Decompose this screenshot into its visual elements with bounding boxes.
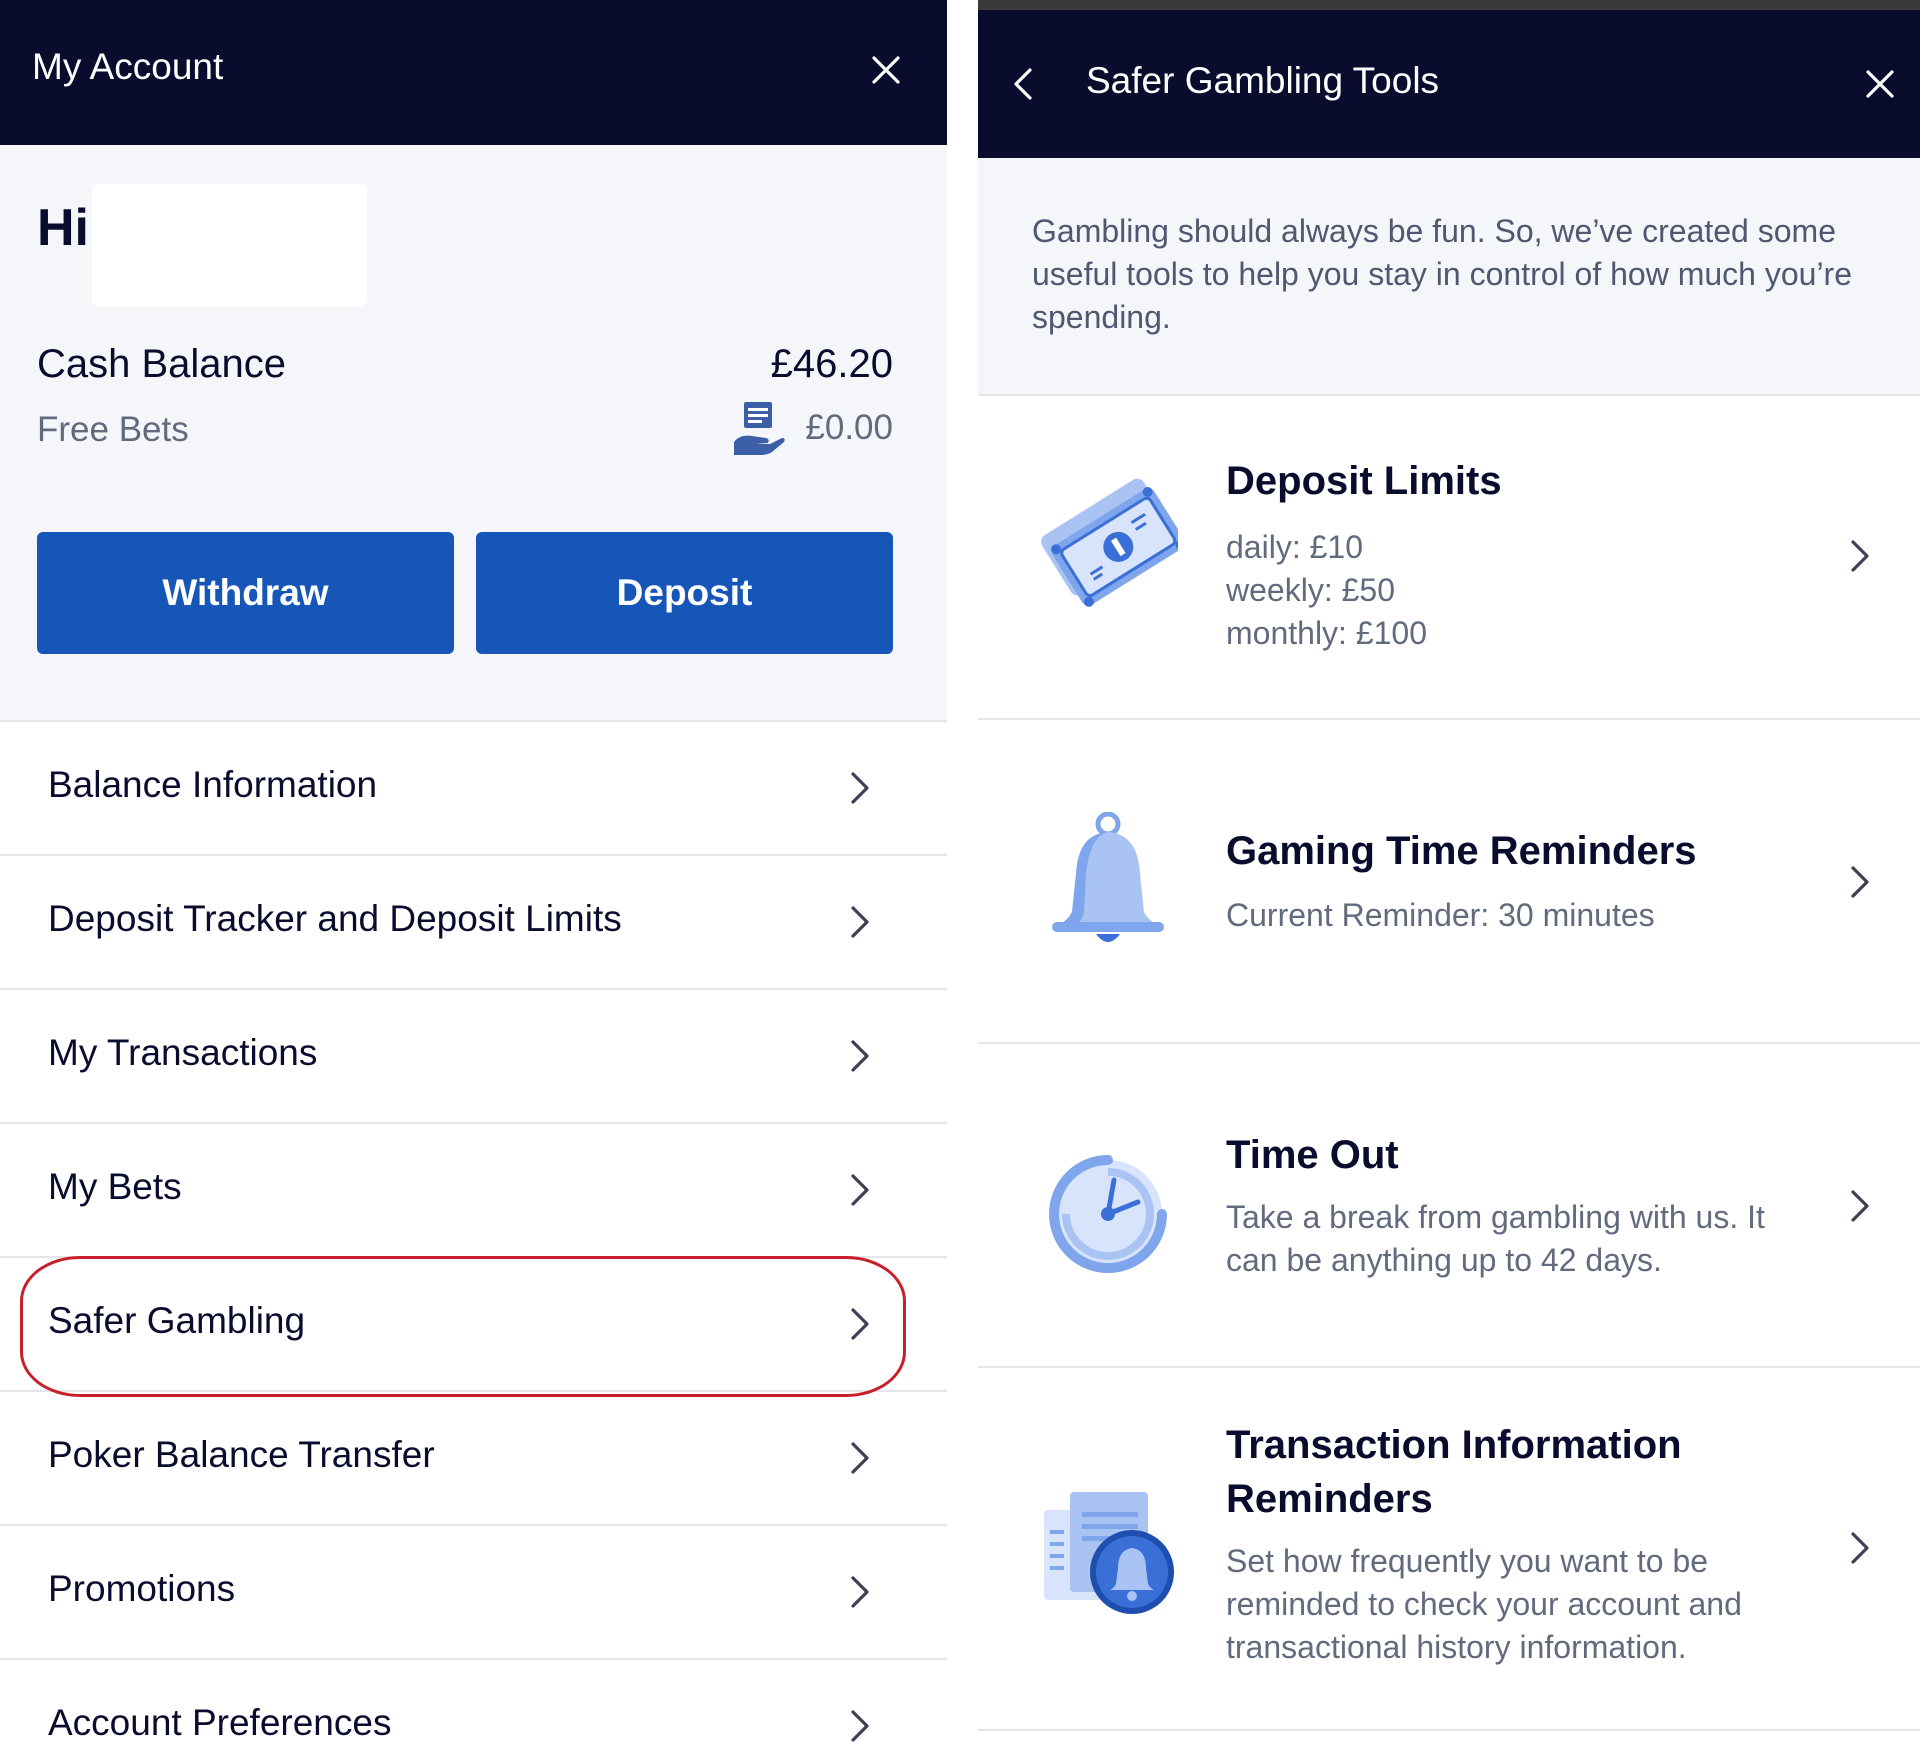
tool-title: Time Out: [1226, 1133, 1399, 1177]
safer-gambling-header: Safer Gambling Tools: [978, 10, 1920, 158]
document-bell-icon: [1044, 1492, 1174, 1614]
close-icon[interactable]: [866, 50, 906, 90]
tool-deposit-limits[interactable]: Deposit Limits daily: £10 weekly: £50 mo…: [978, 396, 1920, 720]
menu-item-label: My Transactions: [48, 1032, 318, 1073]
intro-section: Gambling should always be fun. So, we’ve…: [978, 158, 1920, 396]
timer-icon: [1049, 1155, 1167, 1273]
account-menu: Balance Information Deposit Tracker and …: [0, 722, 947, 1757]
top-strip: [978, 0, 1920, 10]
panel-divider: [947, 0, 978, 1757]
menu-item-label: Balance Information: [48, 764, 378, 805]
menu-item-label: Poker Balance Transfer: [48, 1434, 435, 1475]
menu-item-my-transactions[interactable]: My Transactions: [0, 990, 947, 1124]
chevron-right-icon: [1851, 1532, 1869, 1564]
greeting: Hi: [37, 199, 89, 257]
menu-item-my-bets[interactable]: My Bets: [0, 1124, 947, 1258]
my-account-header: My Account: [0, 0, 947, 145]
chevron-right-icon: [851, 1308, 869, 1340]
chevron-right-icon: [1851, 866, 1869, 898]
menu-item-safer-gambling[interactable]: Safer Gambling: [0, 1258, 947, 1392]
deposit-button[interactable]: Deposit: [476, 532, 893, 654]
chevron-right-icon: [851, 1442, 869, 1474]
menu-item-label: Deposit Tracker and Deposit Limits: [48, 898, 622, 939]
tool-time-out[interactable]: Time Out Take a break from gambling with…: [978, 1044, 1920, 1368]
menu-item-balance-information[interactable]: Balance Information: [0, 722, 947, 856]
chevron-right-icon: [851, 1710, 869, 1742]
daily-limit: daily: £10: [1226, 529, 1363, 565]
monthly-limit: monthly: £100: [1226, 615, 1428, 651]
menu-item-label: Promotions: [48, 1568, 236, 1609]
cash-balance-value: £46.20: [770, 342, 893, 386]
bell-icon: [1052, 812, 1164, 942]
back-chevron-icon[interactable]: [1008, 64, 1042, 104]
weekly-limit: weekly: £50: [1226, 572, 1395, 608]
cash-balance-label: Cash Balance: [37, 342, 287, 386]
free-bet-hand-icon: [734, 402, 785, 455]
current-reminder: Current Reminder: 30 minutes: [1226, 897, 1655, 933]
close-icon[interactable]: [1860, 64, 1900, 104]
menu-item-label: Account Preferences: [48, 1702, 392, 1743]
menu-item-deposit-tracker[interactable]: Deposit Tracker and Deposit Limits: [0, 856, 947, 990]
free-bets-value: £0.00: [805, 408, 893, 447]
intro-text: Gambling should always be fun. So, we’ve…: [1032, 213, 1852, 335]
menu-item-promotions[interactable]: Promotions: [0, 1526, 947, 1660]
chevron-right-icon: [851, 1040, 869, 1072]
tool-title: Transaction Information Reminders: [1226, 1423, 1682, 1521]
my-account-title: My Account: [32, 46, 224, 87]
my-account-panel: My Account Hi Cash Balance £46.20 Free B…: [0, 0, 947, 1757]
tool-transaction-information-reminders[interactable]: Transaction Information Reminders Set ho…: [978, 1368, 1920, 1731]
redacted-username: [92, 184, 367, 306]
tool-gaming-time-reminders[interactable]: Gaming Time Reminders Current Reminder: …: [978, 720, 1920, 1044]
chevron-right-icon: [851, 906, 869, 938]
chevron-right-icon: [1851, 1190, 1869, 1222]
chevron-right-icon: [1851, 540, 1869, 572]
chevron-right-icon: [851, 772, 869, 804]
time-out-description: Take a break from gambling with us. It c…: [1226, 1199, 1765, 1278]
safer-gambling-tools-panel: Safer Gambling Tools Gambling should alw…: [978, 0, 1920, 1757]
tool-title: Deposit Limits: [1226, 459, 1502, 503]
safer-gambling-title: Safer Gambling Tools: [1086, 60, 1440, 101]
chevron-right-icon: [851, 1576, 869, 1608]
withdraw-button[interactable]: Withdraw: [37, 532, 454, 654]
menu-item-account-preferences[interactable]: Account Preferences: [0, 1660, 947, 1757]
menu-item-poker-balance-transfer[interactable]: Poker Balance Transfer: [0, 1392, 947, 1526]
menu-item-label: Safer Gambling: [48, 1300, 306, 1341]
free-bets-label: Free Bets: [37, 410, 189, 449]
money-notes-icon: [1041, 478, 1178, 607]
transaction-reminders-description: Set how frequently you want to be remind…: [1226, 1543, 1742, 1665]
menu-item-label: My Bets: [48, 1166, 182, 1207]
tool-title: Gaming Time Reminders: [1226, 829, 1697, 873]
chevron-right-icon: [851, 1174, 869, 1206]
